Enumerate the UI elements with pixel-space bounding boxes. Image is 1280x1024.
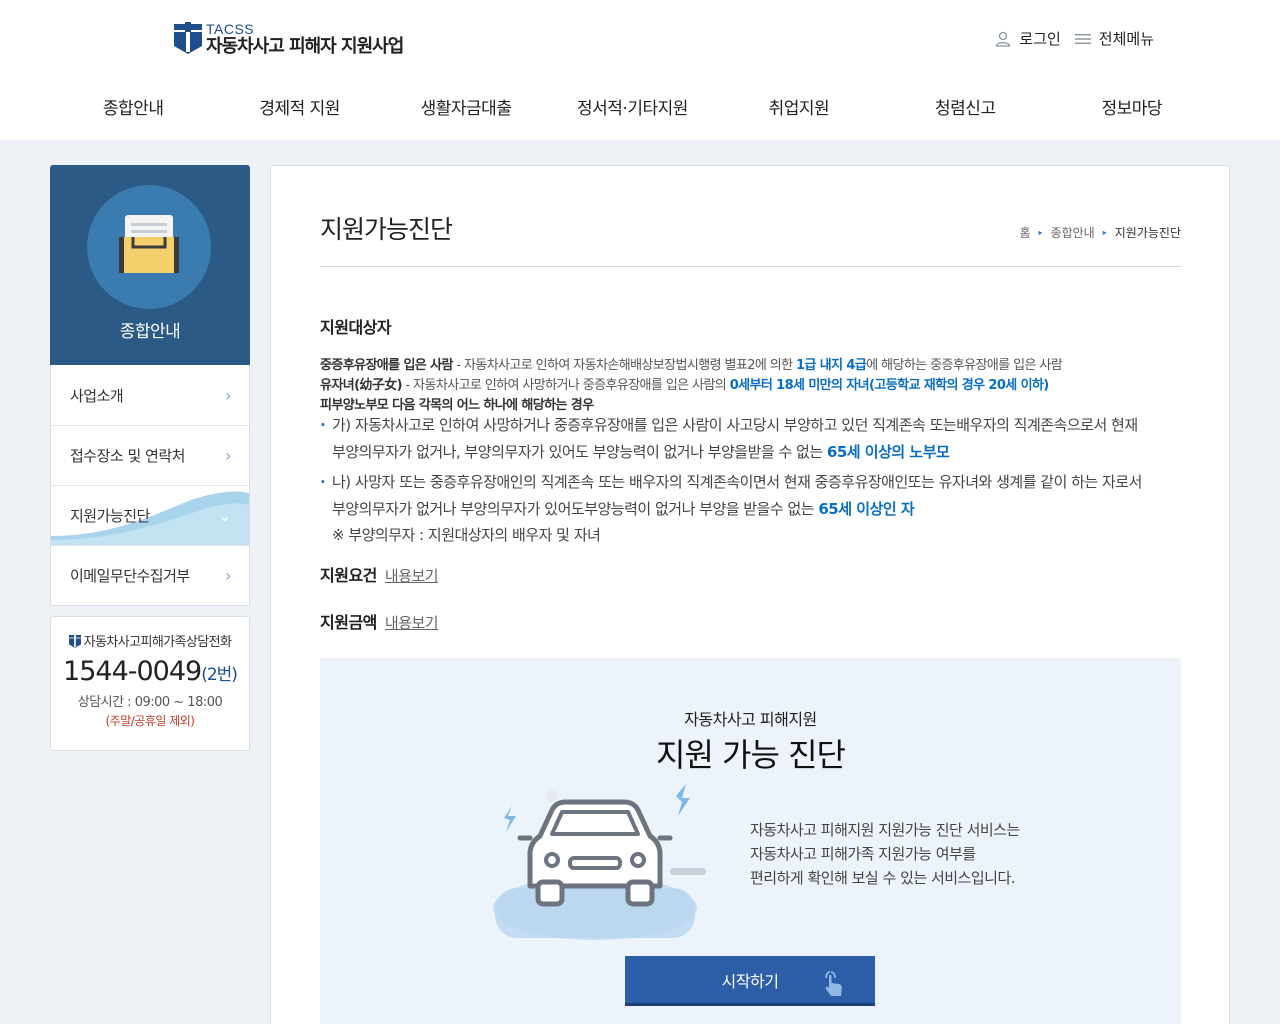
target-bullet-b: 나) 사망자 또는 중증후유장애인의 직계존속 또는 배우자의 직계존속이면서 … [320, 469, 1190, 523]
call-center-label-row: 자동차사고피해가족상담전화 [51, 631, 249, 650]
target-line-text: - 자동차사고로 인하여 사망하거나 중증후유장애를 입은 사람의 [401, 378, 730, 393]
target-line-children: 유자녀(幼子女) - 자동차사고로 인하여 사망하거나 중증후유장애를 입은 사… [320, 374, 1049, 393]
utility-menu: 로그인 전체메뉴 [995, 28, 1154, 49]
target-line-text: - 자동차사고로 인하여 자동차손해배상보장법시행령 별표2에 의한 [452, 358, 797, 373]
target-line-text: 에 해당하는 중증후유장애를 입은 사람 [866, 358, 1063, 373]
start-button-label: 시작하기 [721, 971, 779, 991]
global-nav: 종합안내 경제적 지원 생활자금대출 정서적·기타지원 취업지원 청렴신고 정보… [50, 94, 1215, 119]
gnb-item-loan[interactable]: 생활자금대출 [383, 94, 549, 119]
sidebar-item-diagnosis[interactable]: 지원가능진단 ⌄ [51, 485, 249, 545]
requirements-row: 지원요건 내용보기 [320, 562, 439, 586]
target-heading: 지원대상자 [320, 318, 392, 337]
hamburger-icon [1074, 33, 1091, 44]
pointer-hand-icon [825, 971, 842, 996]
description-line: 자동차사고 피해가족 지원가능 여부를 [750, 845, 976, 863]
amount-view-link[interactable]: 내용보기 [385, 614, 439, 632]
target-line-parents: 피부양노부모 다음 각목의 어느 하나에 해당하는 경우 [320, 394, 594, 413]
diagnosis-description: 자동차사고 피해지원 지원가능 진단 서비스는 자동차사고 피해가족 지원가능 … [750, 818, 1020, 890]
sidebar-item-label: 사업소개 [70, 386, 124, 405]
target-line-highlight: 1급 내지 4급 [796, 358, 867, 373]
call-center-number[interactable]: 1544-0049(2번) [51, 656, 249, 687]
breadcrumb-arrow-icon: ▸ [1102, 228, 1107, 237]
call-center-label: 자동차사고피해가족상담전화 [83, 635, 232, 650]
bullet-text: 부양의무자가 없거나 부양의무자가 있어도부양능력이 없거나 부양을 받을수 없… [332, 500, 819, 518]
breadcrumb: 홈 ▸ 종합안내 ▸ 지원가능진단 [1020, 224, 1182, 241]
sidebar: 종합안내 사업소개 › 접수장소 및 연락처 › 지원가능진단 ⌄ 이메일무단수… [50, 165, 250, 751]
target-line-highlight: 0세부터 18세 미만의 자녀(고등학교 재학의 경우 20세 이하) [729, 378, 1050, 393]
diagnosis-subtitle: 자동차사고 피해지원 [684, 710, 817, 729]
sidebar-item-label: 접수장소 및 연락처 [70, 447, 185, 465]
gnb-item-integrity[interactable]: 청렴신고 [882, 94, 1048, 119]
sidebar-menu: 사업소개 › 접수장소 및 연락처 › 지원가능진단 ⌄ 이메일무단수집거부 › [50, 365, 250, 606]
bullet-text: 부양의무자가 없거나, 부양의무자가 있어도 부양능력이 없거나 부양을받을 수… [332, 443, 827, 461]
logo-small-icon [68, 633, 81, 648]
start-diagnosis-button[interactable]: 시작하기 [625, 956, 875, 1006]
call-center-box: 자동차사고피해가족상담전화 1544-0049(2번) 상담시간 : 09:00… [50, 616, 250, 751]
requirements-view-link[interactable]: 내용보기 [385, 567, 439, 585]
login-label: 로그인 [1019, 30, 1061, 48]
description-line: 편리하게 확인해 보실 수 있는 서비스입니다. [750, 869, 1016, 887]
bullet-highlight: 65세 이상의 노부모 [826, 443, 950, 461]
sidebar-item-contact[interactable]: 접수장소 및 연락처 › [51, 425, 249, 485]
chevron-right-icon: › [225, 385, 231, 405]
target-line-disabled: 중증후유장애를 입은 사람 - 자동차사고로 인하여 자동차손해배상보장법시행령… [320, 354, 1063, 373]
gnb-item-emotional[interactable]: 정서적·기타지원 [549, 94, 715, 119]
mailbox-icon [119, 215, 179, 273]
gnb-item-economic[interactable]: 경제적 지원 [216, 94, 382, 119]
logo-mark-icon [174, 22, 202, 54]
page-header: 지원가능진단 홈 ▸ 종합안내 ▸ 지원가능진단 [320, 210, 1181, 267]
description-line: 자동차사고 피해지원 지원가능 진단 서비스는 [750, 821, 1020, 839]
car-illustration-icon [493, 784, 706, 940]
amount-label: 지원금액 [320, 613, 377, 632]
sidebar-title: 종합안내 [119, 322, 181, 342]
call-hours-note: (주말/공휴일 제외) [105, 714, 195, 728]
gnb-item-info[interactable]: 정보마당 [1049, 94, 1215, 119]
target-bullet-a: 가) 자동차사고로 인하여 사망하거나 중증후유장애를 입은 사람이 사고당시 … [320, 412, 1190, 466]
chevron-right-icon: › [225, 446, 231, 465]
target-line-bold: 중증후유장애를 입은 사람 [320, 358, 453, 373]
logo-subtitle: TACSS [206, 21, 255, 37]
breadcrumb-arrow-icon: ▸ [1038, 228, 1043, 237]
bullet-highlight: 65세 이상인 자 [818, 500, 915, 518]
sidebar-header: 종합안내 [50, 165, 250, 365]
all-menu-button[interactable]: 전체메뉴 [1074, 28, 1154, 49]
site-header: TACSS 자동차사고 피해자 지원사업 로그인 전체메뉴 종합안내 경제적 지… [0, 0, 1280, 140]
sidebar-item-intro[interactable]: 사업소개 › [51, 365, 249, 425]
sidebar-item-label: 지원가능진단 [70, 507, 150, 525]
diagnosis-title: 지원 가능 진단 [656, 736, 846, 774]
site-logo[interactable]: TACSS 자동차사고 피해자 지원사업 [174, 21, 404, 58]
main-content: 지원가능진단 홈 ▸ 종합안내 ▸ 지원가능진단 지원대상자 중증후유장애를 입… [270, 165, 1230, 1024]
sidebar-item-email-refusal[interactable]: 이메일무단수집거부 › [51, 545, 249, 605]
bullet-text: 나) 사망자 또는 중증후유장애인의 직계존속 또는 배우자의 직계존속이면서 … [332, 473, 1142, 491]
target-line-bold: 피부양노부모 다음 각목의 어느 하나에 해당하는 경우 [320, 398, 594, 413]
gnb-item-employment[interactable]: 취업지원 [716, 94, 882, 119]
breadcrumb-home[interactable]: 홈 [1020, 224, 1031, 241]
breadcrumb-section[interactable]: 종합안내 [1051, 224, 1095, 241]
call-hours: 상담시간 : 09:00 ~ 18:00 [77, 695, 223, 710]
bullet-text: 가) 자동차사고로 인하여 사망하거나 중증후유장애를 입은 사람이 사고당시 … [332, 416, 1138, 434]
breadcrumb-current: 지원가능진단 [1114, 226, 1181, 240]
chevron-down-icon: ⌄ [218, 506, 231, 525]
user-icon [996, 31, 1011, 47]
login-link[interactable]: 로그인 [995, 28, 1061, 49]
chevron-right-icon: › [225, 566, 231, 585]
gnb-item-general[interactable]: 종합안내 [50, 94, 216, 119]
sidebar-item-label: 이메일무단수집거부 [70, 567, 190, 585]
phone-ext: (2번) [201, 665, 238, 685]
amount-row: 지원금액 내용보기 [320, 609, 439, 633]
requirements-label: 지원요건 [320, 566, 377, 585]
phone-number: 1544-0049 [63, 656, 202, 687]
sidebar-circle [87, 185, 211, 309]
diagnosis-panel: 자동차사고 피해지원 지원 가능 진단 자동차사고 피해지원 지원가능 진단 서… [320, 658, 1181, 1024]
support-obligor-note: ※ 부양의무자 : 지원대상자의 배우자 및 자녀 [332, 526, 601, 544]
target-line-bold: 유자녀(幼子女) [320, 378, 403, 393]
all-menu-label: 전체메뉴 [1098, 30, 1154, 48]
logo-title: 자동차사고 피해자 지원사업 [206, 36, 404, 57]
